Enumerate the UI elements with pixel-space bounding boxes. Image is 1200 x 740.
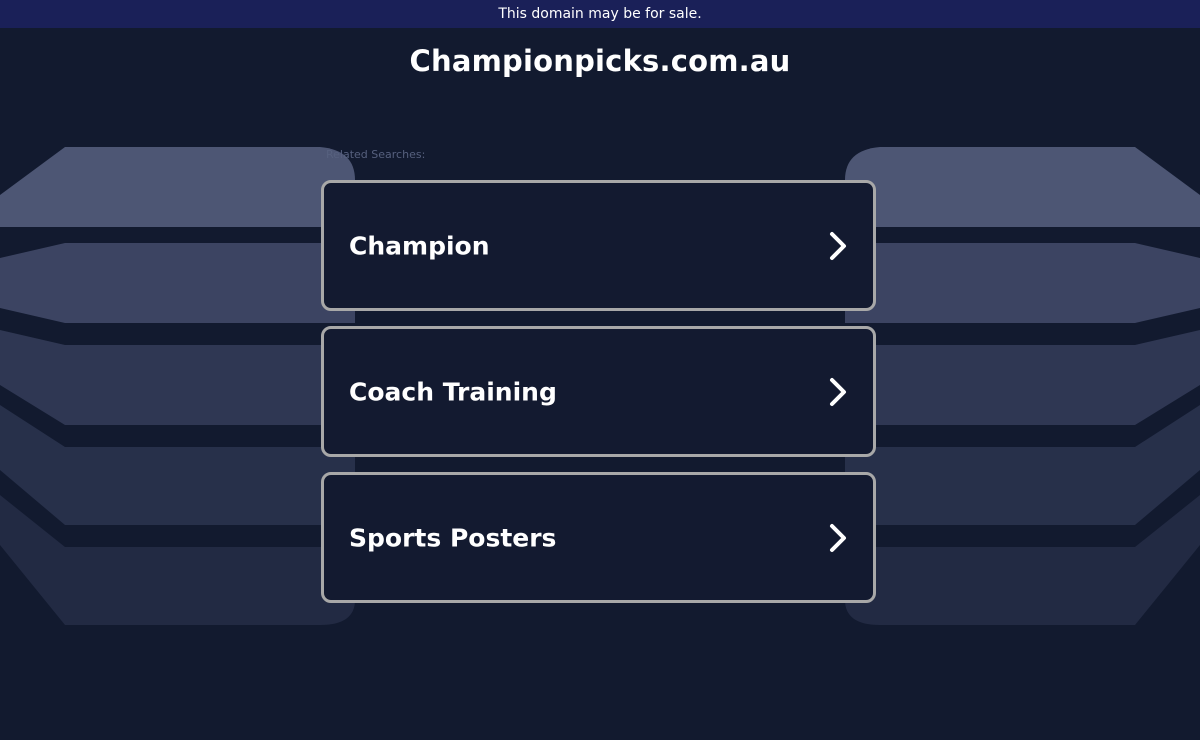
domain-title: Championpicks.com.au xyxy=(409,44,791,78)
right-band-2 xyxy=(845,243,1200,323)
related-link-coach-training[interactable]: Coach Training xyxy=(321,326,876,457)
related-link-champion[interactable]: Champion xyxy=(321,180,876,311)
related-searches-label: Related Searches: xyxy=(326,148,426,161)
chevron-right-icon xyxy=(830,523,846,552)
related-link-label: Coach Training xyxy=(349,377,557,406)
domain-for-sale-banner[interactable]: This domain may be for sale. xyxy=(0,0,1200,28)
chevron-right-icon xyxy=(830,231,846,260)
related-link-sports-posters[interactable]: Sports Posters xyxy=(321,472,876,603)
related-link-label: Champion xyxy=(349,231,490,260)
right-band-1 xyxy=(845,147,1200,227)
left-band-2 xyxy=(0,243,355,323)
right-band-3 xyxy=(845,330,1200,425)
left-band-1 xyxy=(0,147,355,227)
left-band-3 xyxy=(0,330,355,425)
related-link-label: Sports Posters xyxy=(349,523,557,552)
chevron-right-icon xyxy=(830,377,846,406)
